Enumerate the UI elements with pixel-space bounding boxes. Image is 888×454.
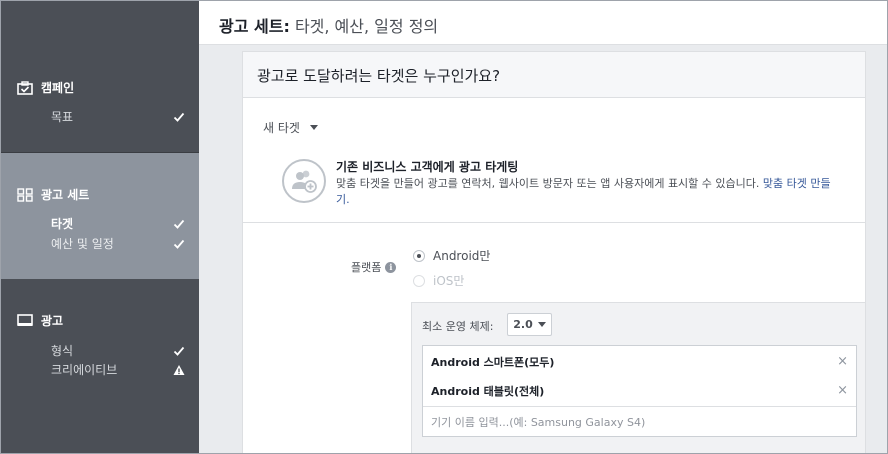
os-version-dropdown[interactable]: 2.0 — [507, 313, 552, 336]
device-name: Android 스마트폰(모두) — [431, 355, 555, 369]
radio-label: Android만 — [433, 249, 491, 263]
sidebar-item-label: 목표 — [51, 110, 74, 124]
radio-label: iOS만 — [433, 274, 465, 288]
device-search-input[interactable]: 기기 이름 입력...(예: Samsung Galaxy S4) — [423, 406, 856, 436]
check-icon — [173, 239, 185, 249]
check-icon — [173, 219, 185, 229]
sidebar-section-header[interactable]: 광고 세트 — [17, 186, 89, 203]
platform-label: 플랫폼 i — [351, 259, 397, 275]
os-settings-panel: 최소 운영 체제: 2.0 Android 스마트폰(모두) × Android… — [411, 302, 866, 453]
device-selector[interactable]: Android 스마트폰(모두) × Android 태블릿(전체) × 기기 … — [422, 345, 857, 437]
check-icon — [173, 346, 185, 356]
check-icon — [173, 112, 185, 122]
radio-button[interactable] — [413, 274, 425, 287]
sidebar: 캠페인 목표 광고 세트 타겟 예산 및 일정 광고 형식 크리에이티브 — [1, 1, 199, 453]
caret-down-icon — [309, 125, 318, 130]
page-title-strong: 광고 세트: — [219, 17, 290, 36]
sidebar-item-label: 형식 — [51, 344, 74, 358]
page-header: 광고 세트: 타겟, 예산, 일정 정의 — [199, 1, 887, 45]
sidebar-section-campaign[interactable]: 캠페인 목표 — [1, 1, 199, 153]
ads-manager-window: 캠페인 목표 광고 세트 타겟 예산 및 일정 광고 형식 크리에이티브 광고 … — [0, 0, 888, 454]
sidebar-section-header[interactable]: 광고 — [17, 312, 63, 329]
sidebar-section-label: 광고 — [41, 314, 64, 328]
sidebar-item-objective[interactable]: 목표 — [51, 108, 185, 125]
remove-icon[interactable]: × — [837, 383, 848, 398]
warning-icon — [173, 364, 185, 375]
remove-icon[interactable]: × — [837, 354, 848, 369]
radio-button-selected[interactable] — [413, 249, 425, 262]
radio-ios-only[interactable]: iOS만 — [413, 272, 464, 289]
device-name: Android 태블릿(전체) — [431, 384, 545, 398]
caret-down-icon — [537, 322, 546, 327]
device-token: Android 스마트폰(모두) × — [423, 347, 856, 376]
new-audience-dropdown[interactable]: 새 타겟 — [263, 119, 318, 136]
grid-icon — [17, 187, 33, 202]
min-os-label: 최소 운영 체제: — [422, 320, 494, 333]
audience-card: 광고로 도달하려는 타겟은 누구인가요? 새 타겟 기존 비즈니스 고객에게 광… — [242, 51, 866, 453]
new-audience-label: 새 타겟 — [263, 121, 300, 135]
sidebar-section-adset[interactable]: 광고 세트 타겟 예산 및 일정 — [1, 153, 199, 279]
page-title-rest: 타겟, 예산, 일정 정의 — [289, 17, 439, 36]
sidebar-item-budget-schedule[interactable]: 예산 및 일정 — [51, 235, 185, 252]
custom-audience-text: 맞춤 타겟을 만들어 광고를 연락처, 웹사이트 방문자 또는 앱 사용자에게 … — [336, 177, 763, 190]
custom-audience-title: 기존 비즈니스 고객에게 광고 타게팅 — [336, 160, 519, 174]
card-heading: 광고로 도달하려는 타겟은 누구인가요? — [257, 67, 501, 85]
sidebar-item-label: 타겟 — [51, 217, 74, 231]
sidebar-section-label: 광고 세트 — [41, 188, 90, 202]
sidebar-item-label: 예산 및 일정 — [51, 237, 114, 251]
add-people-icon — [282, 159, 326, 203]
divider — [243, 222, 865, 223]
radio-android-only[interactable]: Android만 — [413, 247, 490, 264]
device-token: Android 태블릿(전체) × — [423, 376, 856, 405]
sidebar-section-label: 캠페인 — [41, 81, 75, 95]
sidebar-item-creative[interactable]: 크리에이티브 — [51, 361, 185, 378]
page-title: 광고 세트: 타겟, 예산, 일정 정의 — [219, 13, 438, 37]
info-icon[interactable]: i — [385, 261, 397, 273]
sidebar-item-label: 크리에이티브 — [51, 363, 118, 377]
briefcase-check-icon — [17, 80, 33, 95]
monitor-icon — [17, 313, 33, 328]
sidebar-section-ad[interactable]: 광고 형식 크리에이티브 — [1, 279, 199, 453]
sidebar-item-targeting[interactable]: 타겟 — [51, 215, 185, 232]
custom-audience-description: 맞춤 타겟을 만들어 광고를 연락처, 웹사이트 방문자 또는 앱 사용자에게 … — [336, 176, 841, 208]
card-header: 광고로 도달하려는 타겟은 누구인가요? — [243, 52, 865, 98]
platform-label-text: 플랫폼 — [351, 261, 382, 274]
sidebar-section-header[interactable]: 캠페인 — [17, 79, 74, 96]
os-version-value: 2.0 — [513, 318, 533, 331]
sidebar-item-format[interactable]: 형식 — [51, 342, 185, 359]
